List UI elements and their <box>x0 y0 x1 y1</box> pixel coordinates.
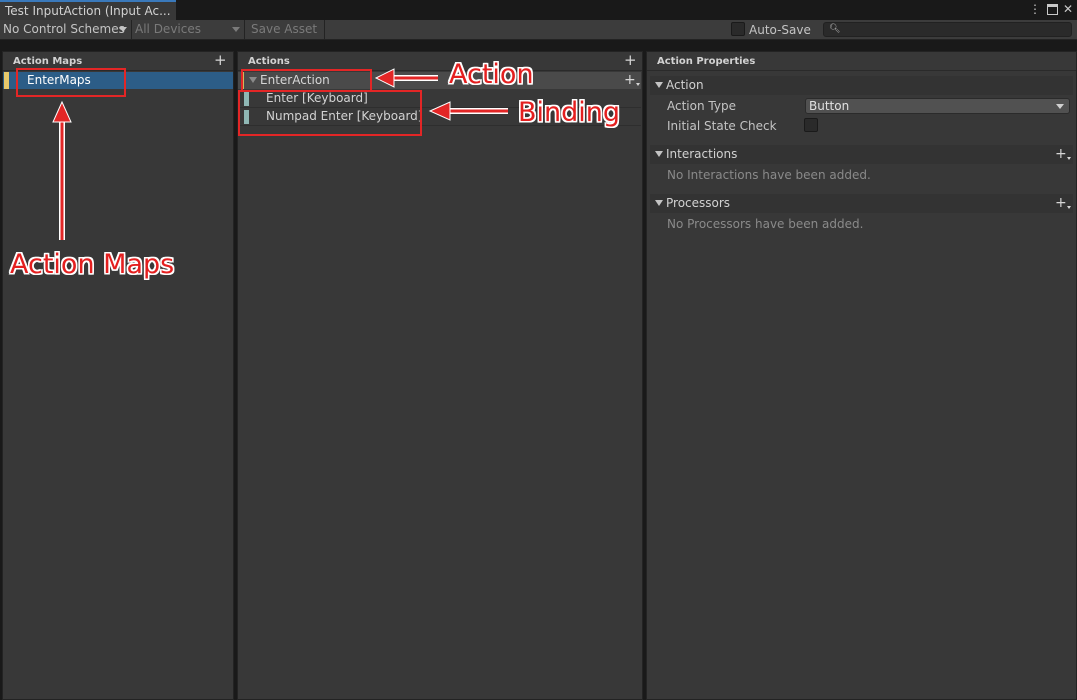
binding-highlight-box <box>238 90 422 136</box>
interactions-section-header[interactable]: Interactions + <box>650 145 1073 164</box>
save-asset-button[interactable]: Save Asset <box>248 20 324 40</box>
toolbar-divider <box>244 20 245 40</box>
maximize-icon[interactable] <box>1045 1 1059 17</box>
toolbar: No Control Schemes All Devices Save Asse… <box>0 20 1077 40</box>
action-maps-annotation-label: Action Maps <box>10 249 175 280</box>
devices-label: All Devices <box>135 22 201 36</box>
auto-save-label: Auto-Save <box>749 23 811 37</box>
action-type-value: Button <box>809 99 850 113</box>
action-properties-panel: Action Properties Action Action Type But… <box>646 51 1077 700</box>
action-annotation-label: Action <box>449 59 534 90</box>
control-schemes-dropdown[interactable]: No Control Schemes <box>0 20 131 40</box>
initial-state-check-checkbox[interactable] <box>804 118 818 132</box>
processors-section-header[interactable]: Processors + <box>650 194 1073 213</box>
add-action-map-button[interactable]: + <box>214 52 227 69</box>
action-properties-title: Action Properties <box>657 56 756 67</box>
processors-empty-text: No Processors have been added. <box>667 217 864 231</box>
actions-panel: Actions + EnterAction + Enter [Keyboard]… <box>237 51 643 700</box>
devices-dropdown[interactable]: All Devices <box>132 20 244 40</box>
add-processor-icon[interactable]: + <box>1055 196 1071 210</box>
chevron-down-icon <box>1056 104 1064 109</box>
action-type-label: Action Type <box>667 99 736 113</box>
add-binding-dropdown-icon[interactable]: + <box>624 73 640 87</box>
add-interaction-icon[interactable]: + <box>1055 147 1071 161</box>
window-tab[interactable]: Test InputAction (Input Ac... <box>0 0 176 20</box>
action-properties-header: Action Properties <box>647 52 1076 71</box>
control-schemes-label: No Control Schemes <box>3 22 125 36</box>
action-type-select[interactable]: Button <box>805 98 1070 114</box>
action-highlight-box <box>241 69 372 92</box>
fold-triangle-icon <box>655 200 663 206</box>
chevron-down-icon <box>119 27 127 32</box>
action-section-header[interactable]: Action <box>650 76 1073 95</box>
interactions-empty-text: No Interactions have been added. <box>667 168 871 182</box>
fold-triangle-icon <box>655 151 663 157</box>
processors-section-title: Processors <box>666 196 731 210</box>
search-input[interactable]: 🔍︎ <box>823 22 1072 37</box>
initial-state-check-label: Initial State Check <box>667 119 777 133</box>
tab-bar: Test InputAction (Input Ac... ⋮ ✕ <box>0 0 1077 20</box>
action-maps-title: Action Maps <box>13 56 83 67</box>
action-maps-highlight-box <box>16 68 126 97</box>
kebab-menu-icon[interactable]: ⋮ <box>1028 1 1042 17</box>
search-icon: 🔍︎ <box>829 24 841 34</box>
interactions-section-title: Interactions <box>666 147 738 161</box>
close-icon[interactable]: ✕ <box>1061 1 1075 17</box>
auto-save-checkbox[interactable] <box>731 22 745 36</box>
add-action-button[interactable]: + <box>624 52 637 69</box>
action-maps-panel: Action Maps + EnterMaps <box>2 51 234 700</box>
binding-annotation-label: Binding <box>518 97 621 128</box>
actions-title: Actions <box>248 56 290 67</box>
map-color-marker <box>4 72 9 89</box>
fold-triangle-icon <box>655 82 663 88</box>
toolbar-divider <box>324 20 325 40</box>
chevron-down-icon <box>232 27 240 32</box>
action-section-title: Action <box>666 78 704 92</box>
